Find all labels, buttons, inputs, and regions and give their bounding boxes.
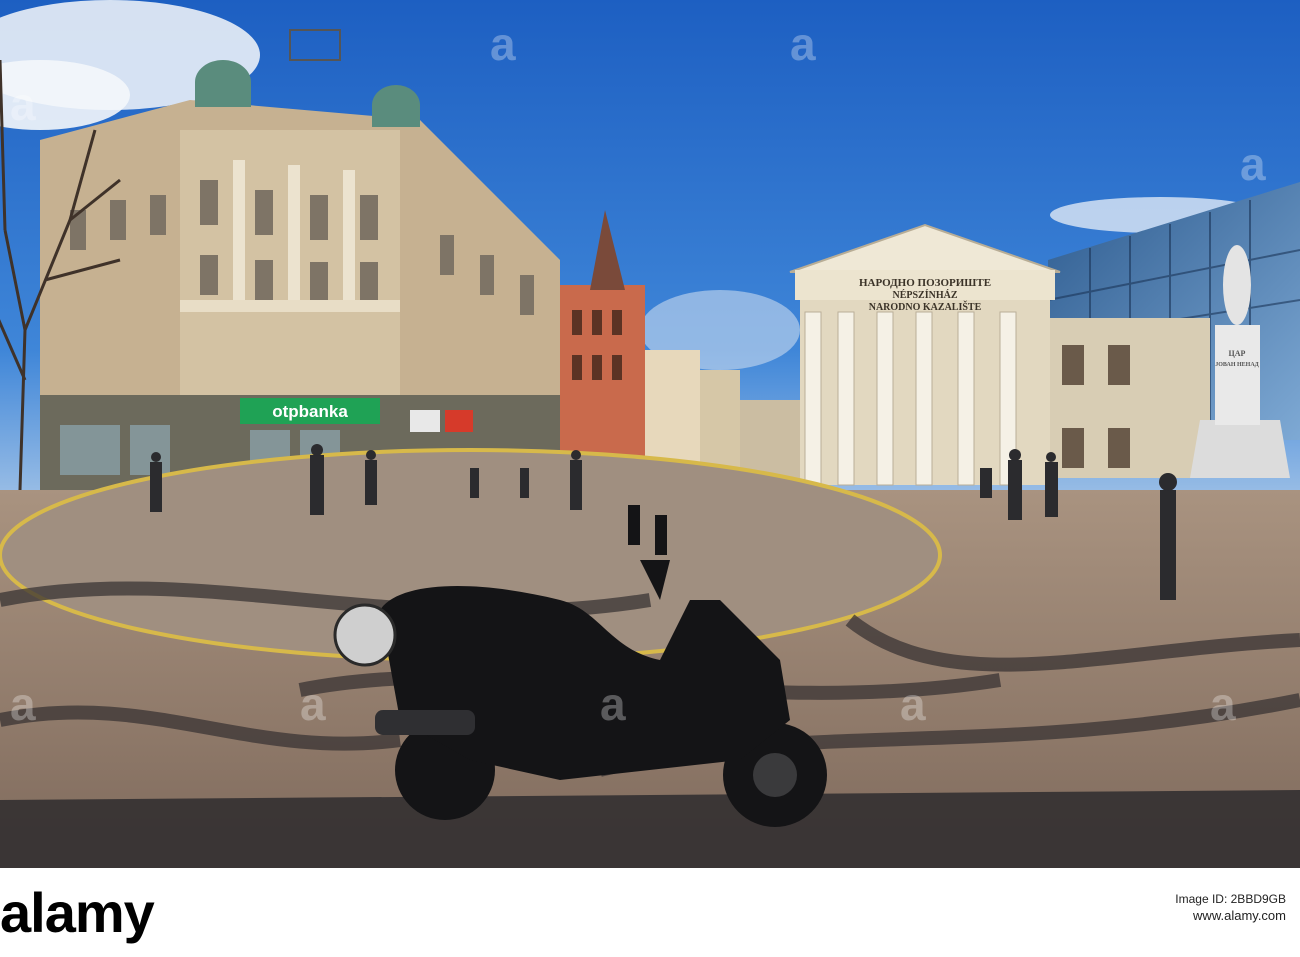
theatre-inscription-2: NÉPSZÍNHÁZ xyxy=(892,289,957,301)
stock-photo-page: НАРОДНО ПОЗОРИШТЕ NÉPSZÍNHÁZ NARODNO KAZ… xyxy=(0,0,1300,957)
photo-scene: НАРОДНО ПОЗОРИШТЕ NÉPSZÍNHÁZ NARODNO KAZ… xyxy=(0,0,1300,868)
theatre-inscription-1: НАРОДНО ПОЗОРИШТЕ xyxy=(859,277,991,289)
alamy-logo[interactable]: alamy xyxy=(0,880,155,945)
bank-sign-text: otpbanka xyxy=(272,402,348,421)
alamy-url[interactable]: www.alamy.com xyxy=(1175,908,1286,923)
watermark-a-5: a xyxy=(1210,678,1236,730)
monument-base xyxy=(1190,420,1290,478)
dome-right xyxy=(372,85,420,127)
image-id-label: Image ID: 2BBD9GB xyxy=(1175,892,1286,906)
watermark-a-7: a xyxy=(490,18,516,70)
watermark-a-2: a xyxy=(300,678,326,730)
monument-inscription-1: ЦАР xyxy=(1229,349,1246,358)
monument-pedestal xyxy=(1215,325,1260,425)
watermark-a-9: a xyxy=(1240,138,1266,190)
watermark-a-6: a xyxy=(10,78,36,130)
watermark-a-4: a xyxy=(900,678,926,730)
dome-left xyxy=(195,60,251,107)
image-meta: Image ID: 2BBD9GB www.alamy.com xyxy=(1175,892,1286,923)
foreground-shadow xyxy=(0,790,1300,868)
watermark-a-8: a xyxy=(790,18,816,70)
theatre-inscription-3: NARODNO KAZALIŠTE xyxy=(869,300,982,313)
monument-inscription-2: ЈОВАН НЕНАД xyxy=(1215,362,1259,368)
watermark-a-3: a xyxy=(600,678,626,730)
city-square-photo: НАРОДНО ПОЗОРИШТЕ NÉPSZÍNHÁZ NARODNO KAZ… xyxy=(0,0,1300,868)
stock-footer: alamy Image ID: 2BBD9GB www.alamy.com xyxy=(0,868,1300,957)
watermark-a-1: a xyxy=(10,678,36,730)
